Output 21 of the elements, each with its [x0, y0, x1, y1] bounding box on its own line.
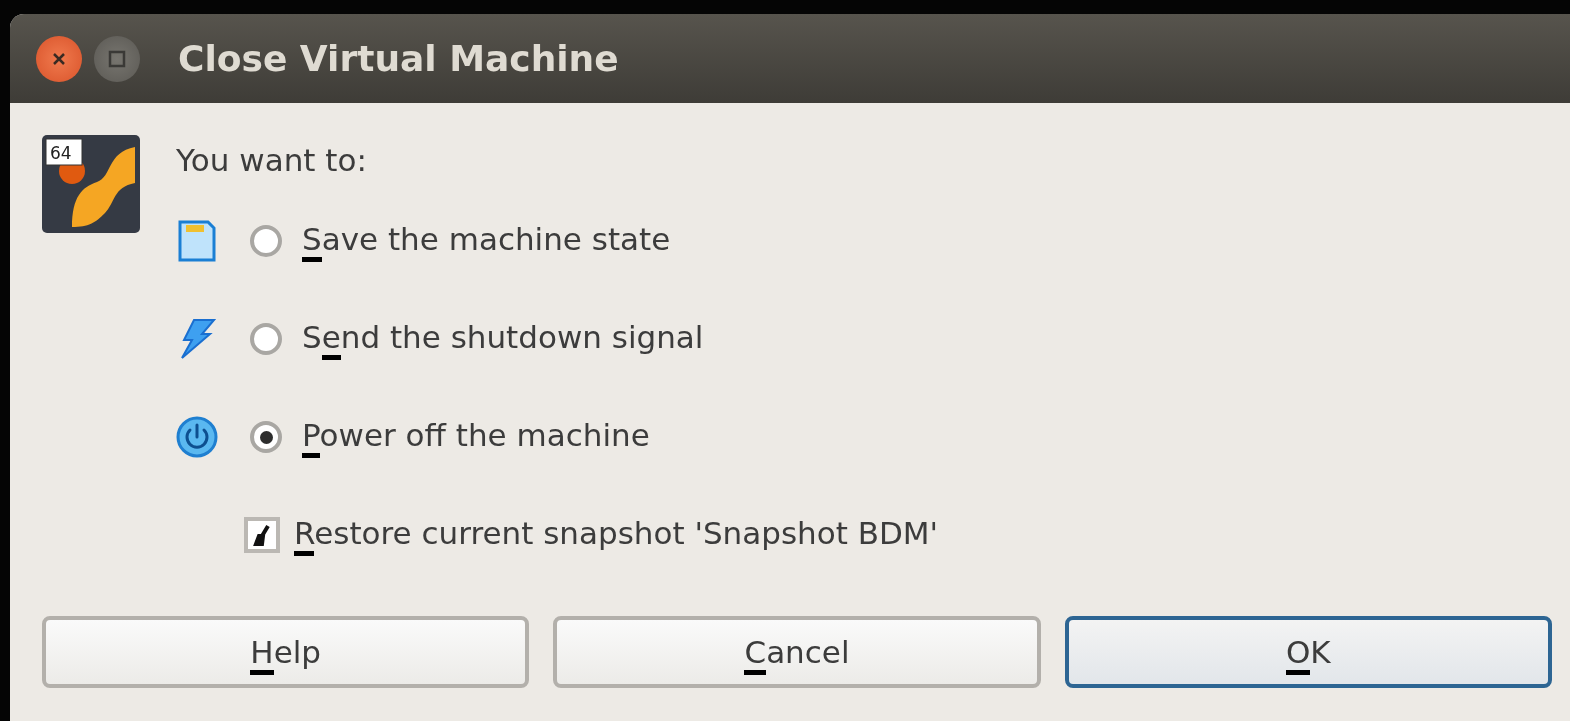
radio-button[interactable]: [250, 421, 282, 453]
dialog-button[interactable]: Help: [42, 616, 530, 688]
option-label[interactable]: Save the machine state: [302, 219, 671, 263]
radio-button[interactable]: [250, 323, 282, 355]
dialog-button[interactable]: OK: [1064, 616, 1552, 688]
close-button[interactable]: [36, 35, 82, 82]
prompt-text: You want to:: [176, 141, 368, 180]
maximize-button[interactable]: [94, 35, 140, 82]
radio-button[interactable]: [250, 225, 282, 257]
memory-card-icon: [176, 220, 218, 262]
close-icon: [52, 51, 66, 66]
checkbox[interactable]: [244, 517, 280, 553]
power-icon: [176, 416, 218, 458]
checkbox-label[interactable]: Restore current snapshot 'Snapshot BDM': [294, 513, 939, 557]
option-label[interactable]: Send the shutdown signal: [302, 317, 704, 361]
dialog-button[interactable]: Cancel: [553, 616, 1041, 688]
option-label[interactable]: Power off the machine: [302, 415, 650, 459]
maximize-icon: [108, 49, 126, 68]
logo-badge-text: 64: [50, 143, 72, 163]
window-title: Close Virtual Machine: [178, 38, 619, 79]
check-mark-icon: [252, 524, 272, 546]
